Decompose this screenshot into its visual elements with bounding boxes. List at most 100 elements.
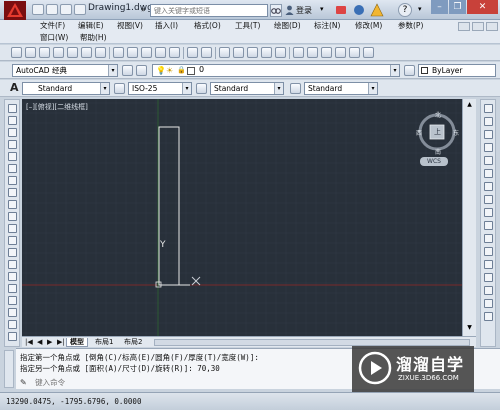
user-icon[interactable] bbox=[285, 5, 294, 15]
dimension-style-select[interactable]: ISO-25 ▾ bbox=[128, 82, 192, 95]
construction-line-icon[interactable] bbox=[8, 116, 17, 125]
command-line-grip[interactable] bbox=[4, 350, 14, 388]
properties-icon[interactable] bbox=[275, 47, 286, 58]
redo-icon[interactable] bbox=[201, 47, 212, 58]
doc-restore-button[interactable] bbox=[472, 22, 484, 31]
chevron-down-icon[interactable]: ▾ bbox=[182, 83, 191, 94]
doc-close-button[interactable] bbox=[486, 22, 498, 31]
revision-cloud-icon[interactable] bbox=[8, 188, 17, 197]
dropdown-arrow-icon[interactable]: ▾ bbox=[418, 5, 422, 13]
menu-draw[interactable]: 绘图(D) bbox=[274, 20, 301, 32]
undo-icon[interactable] bbox=[187, 47, 198, 58]
hatch-icon[interactable] bbox=[8, 272, 17, 281]
search-input[interactable] bbox=[154, 6, 264, 16]
paste-icon[interactable] bbox=[141, 47, 152, 58]
viewport-controls[interactable]: [–][俯视][二维线框] bbox=[26, 102, 88, 112]
table-style-icon[interactable] bbox=[196, 83, 207, 94]
command-input-row[interactable]: ✎ 键入命令 bbox=[20, 377, 220, 388]
line-icon[interactable] bbox=[8, 104, 17, 113]
scale-icon[interactable] bbox=[484, 195, 493, 204]
wrench-icon[interactable]: ✎ bbox=[20, 378, 27, 387]
block-editor-icon[interactable] bbox=[169, 47, 180, 58]
gradient-icon[interactable] bbox=[8, 284, 17, 293]
publish-icon[interactable] bbox=[81, 47, 92, 58]
exchange-icon[interactable] bbox=[334, 3, 348, 17]
chevron-right-icon[interactable]: » bbox=[141, 5, 146, 14]
markup-icon[interactable] bbox=[335, 47, 346, 58]
multileader-style-icon[interactable] bbox=[290, 83, 301, 94]
menu-parametric[interactable]: 参数(P) bbox=[398, 20, 423, 32]
insert-block-icon[interactable] bbox=[8, 236, 17, 245]
qa-undo-icon[interactable] bbox=[74, 4, 86, 15]
menu-file[interactable]: 文件(F) bbox=[40, 20, 65, 32]
stay-connected-icon[interactable] bbox=[352, 3, 366, 17]
doc-minimize-button[interactable] bbox=[458, 22, 470, 31]
design-center-icon[interactable] bbox=[293, 47, 304, 58]
menu-view[interactable]: 视图(V) bbox=[117, 20, 143, 32]
table-style-select[interactable]: Standard ▾ bbox=[210, 82, 284, 95]
tab-layout1[interactable]: 布局1 bbox=[92, 338, 116, 347]
menu-insert[interactable]: 插入(I) bbox=[155, 20, 178, 32]
dropdown-arrow-icon[interactable]: ▾ bbox=[320, 5, 324, 13]
ellipse-arc-icon[interactable] bbox=[8, 224, 17, 233]
rectangle-icon[interactable] bbox=[8, 152, 17, 161]
text-style-icon[interactable]: A bbox=[10, 81, 19, 94]
lock-icon[interactable]: 🔒 bbox=[177, 66, 186, 74]
menu-dimension[interactable]: 标注(N) bbox=[314, 20, 340, 32]
restore-button[interactable]: ❐ bbox=[449, 0, 466, 14]
match-properties-icon[interactable] bbox=[155, 47, 166, 58]
tab-model[interactable]: 模型 bbox=[66, 338, 88, 347]
break-icon[interactable] bbox=[484, 260, 493, 269]
polygon-icon[interactable] bbox=[8, 140, 17, 149]
region-icon[interactable] bbox=[8, 296, 17, 305]
rotate-icon[interactable] bbox=[484, 182, 493, 191]
extend-icon[interactable] bbox=[484, 234, 493, 243]
sun-icon[interactable]: ☀ bbox=[166, 66, 173, 75]
chevron-down-icon[interactable]: ▾ bbox=[390, 65, 399, 76]
polyline-icon[interactable] bbox=[8, 128, 17, 137]
chamfer-icon[interactable] bbox=[484, 286, 493, 295]
stretch-icon[interactable] bbox=[484, 208, 493, 217]
zoom-previous-icon[interactable] bbox=[261, 47, 272, 58]
menu-format[interactable]: 格式(O) bbox=[194, 20, 221, 32]
qa-save-icon[interactable] bbox=[60, 4, 72, 15]
minimize-button[interactable]: – bbox=[431, 0, 448, 14]
layer-properties-icon[interactable] bbox=[136, 65, 147, 76]
table-icon[interactable] bbox=[8, 308, 17, 317]
chevron-down-icon[interactable]: ▾ bbox=[368, 83, 377, 94]
dimension-style-icon[interactable] bbox=[114, 83, 125, 94]
open-icon[interactable] bbox=[25, 47, 36, 58]
coordinates-readout[interactable]: 13290.0475, -1795.6796, 0.0000 bbox=[6, 397, 141, 406]
command-input[interactable]: 键入命令 bbox=[35, 378, 65, 387]
viewcube[interactable]: 北 西 东 南 上 bbox=[414, 109, 460, 156]
menu-window[interactable]: 窗口(W) bbox=[40, 32, 68, 44]
join-icon[interactable] bbox=[484, 273, 493, 282]
erase-icon[interactable] bbox=[484, 104, 493, 113]
plot-icon[interactable] bbox=[53, 47, 64, 58]
ellipse-icon[interactable] bbox=[8, 212, 17, 221]
move-icon[interactable] bbox=[484, 169, 493, 178]
spline-icon[interactable] bbox=[8, 200, 17, 209]
sheet-set-icon[interactable] bbox=[321, 47, 332, 58]
fillet-icon[interactable] bbox=[484, 299, 493, 308]
workspace-select[interactable]: AutoCAD 经典 ▾ bbox=[12, 64, 118, 77]
search-box[interactable] bbox=[150, 4, 268, 17]
drawing-canvas[interactable]: [–][俯视][二维线框] 北 西 东 南 上 WCS Y bbox=[22, 99, 462, 336]
copy-icon[interactable] bbox=[127, 47, 138, 58]
pan-icon[interactable] bbox=[219, 47, 230, 58]
binoculars-icon[interactable] bbox=[270, 4, 282, 17]
qa-open-icon[interactable] bbox=[46, 4, 58, 15]
color-select[interactable]: ByLayer bbox=[418, 64, 496, 77]
help-icon[interactable] bbox=[363, 47, 374, 58]
arc-icon[interactable] bbox=[8, 164, 17, 173]
new-icon[interactable] bbox=[11, 47, 22, 58]
array-icon[interactable] bbox=[484, 156, 493, 165]
menu-modify[interactable]: 修改(M) bbox=[355, 20, 382, 32]
workspace-settings-icon[interactable] bbox=[122, 65, 133, 76]
zoom-window-icon[interactable] bbox=[247, 47, 258, 58]
save-icon[interactable] bbox=[39, 47, 50, 58]
multileader-style-select[interactable]: Standard ▾ bbox=[304, 82, 378, 95]
login-link[interactable]: 登录 bbox=[296, 5, 312, 16]
lightbulb-icon[interactable]: 💡 bbox=[156, 66, 166, 75]
scroll-down-icon[interactable]: ▼ bbox=[465, 324, 474, 332]
